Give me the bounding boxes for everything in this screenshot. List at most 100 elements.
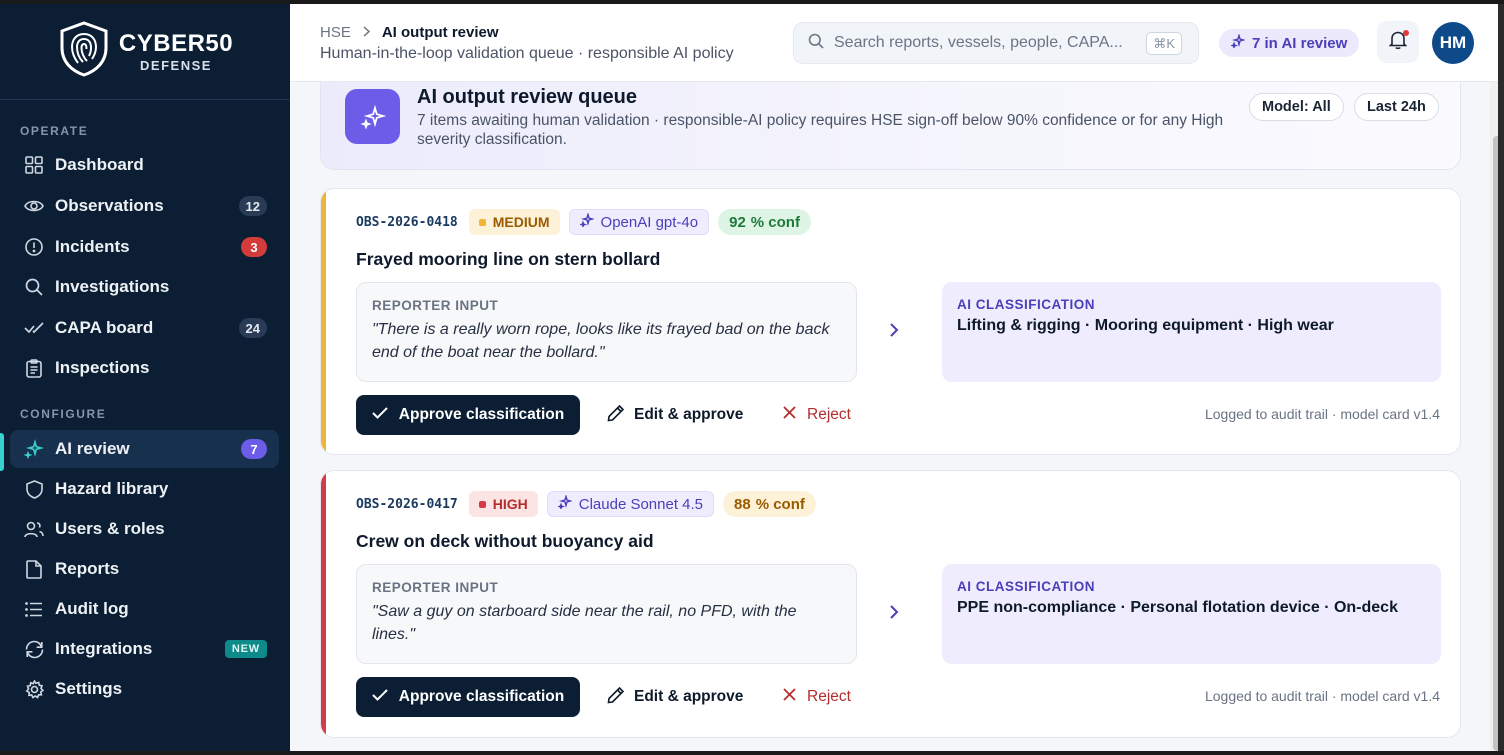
queue-description: 7 items awaiting human validation · resp… [417, 112, 1224, 148]
breadcrumb: HSE AI output review [320, 24, 499, 41]
sidebar-item-reports[interactable]: Reports [10, 550, 279, 588]
severity-badge: HIGH [468, 491, 538, 517]
card-title: Frayed mooring line on stern bollard [356, 249, 661, 269]
card-title: Crew on deck without buoyancy aid [356, 531, 654, 551]
search-input[interactable]: Search reports, vessels, people, CAPA...… [793, 22, 1199, 64]
clipboard-icon [24, 358, 44, 378]
severity-dot-icon [478, 218, 486, 226]
sidebar-item-label: Incidents [55, 237, 130, 256]
confidence-unit: % conf [755, 495, 805, 513]
ai-classification-box: AI CLASSIFICATION Lifting & rigging · Mo… [942, 282, 1441, 382]
model-name: OpenAI gpt-4o [600, 213, 699, 231]
model-badge: OpenAI gpt-4o [568, 209, 710, 235]
severity-badge: MEDIUM [468, 209, 560, 235]
sidebar-item-label: Observations [55, 196, 164, 215]
sidebar-item-label: Reports [55, 559, 120, 578]
sparkle-icon [556, 493, 573, 513]
severity-label: MEDIUM [492, 214, 550, 230]
severity-accent-bar [321, 471, 326, 737]
queue-title: AI output review queue [417, 86, 638, 108]
breadcrumb-current: AI output review [381, 24, 499, 41]
active-indicator [0, 433, 4, 471]
ai-review-pill-label: 7 in AI review [1252, 34, 1348, 52]
alert-circle-icon [24, 237, 44, 257]
severity-dot-icon [478, 500, 486, 508]
reject-label: Reject [807, 688, 851, 705]
shield-fingerprint-icon [57, 20, 111, 83]
sidebar-item-label: Integrations [55, 639, 153, 658]
model-filter-chip[interactable]: Model: All [1249, 93, 1344, 121]
sidebar-item-observations[interactable]: Observations 12 [10, 187, 279, 225]
chevron-right-icon [363, 24, 370, 41]
sidebar-item-audit-log[interactable]: Audit log [10, 590, 279, 628]
main-content: AI output review queue 7 items awaiting … [290, 4, 1504, 751]
search-icon [808, 33, 824, 54]
observation-id[interactable]: OBS-2026-0417 [356, 497, 458, 512]
section-label-configure: CONFIGURE [20, 407, 107, 421]
ai-classification-label: AI CLASSIFICATION [957, 297, 1095, 312]
review-card: OBS-2026-0417 HIGH Claude Sonnet 4.5 88 … [320, 470, 1461, 738]
section-label-operate: OPERATE [20, 124, 89, 138]
sidebar-item-incidents[interactable]: Incidents 3 [10, 228, 279, 266]
chevron-right-icon [889, 322, 899, 343]
close-icon [783, 406, 796, 424]
sparkle-icon [1229, 32, 1247, 52]
reporter-input-label: REPORTER INPUT [372, 580, 499, 595]
check-trend-icon [24, 318, 44, 338]
ai-classification-box: AI CLASSIFICATION PPE non-compliance · P… [942, 564, 1441, 664]
sidebar-item-dashboard[interactable]: Dashboard [10, 146, 279, 184]
sparkle-icon [578, 211, 595, 231]
sidebar-item-investigations[interactable]: Investigations [10, 268, 279, 306]
notifications-button[interactable] [1377, 21, 1419, 63]
reporter-input-text: "Saw a guy on starboard side near the ra… [372, 603, 797, 643]
gear-icon [24, 679, 44, 699]
confidence-value: 88 [734, 495, 751, 513]
sidebar-item-integrations[interactable]: Integrations NEW [10, 630, 279, 668]
confidence-value: 92 [729, 213, 746, 231]
sidebar: CYBER50 DEFENSE OPERATE Dashboard Observ… [0, 4, 290, 751]
brand-logo[interactable]: CYBER50 DEFENSE [0, 4, 290, 100]
confidence-badge: 88 % conf [723, 491, 816, 517]
ai-classification-text: Lifting & rigging · Mooring equipment · … [957, 317, 1334, 334]
sidebar-item-label: Investigations [55, 277, 170, 296]
reporter-input-text: "There is a really worn rope, looks like… [372, 321, 830, 361]
severity-label: HIGH [492, 496, 528, 512]
edit-approve-label: Edit & approve [634, 688, 744, 705]
grid-icon [24, 155, 44, 175]
queue-header-card: AI output review queue 7 items awaiting … [320, 74, 1461, 170]
confidence-unit: % conf [750, 213, 800, 231]
reject-button[interactable]: Reject [783, 677, 851, 717]
shortcut-hint: ⌘K [1146, 32, 1182, 55]
sidebar-item-capa-board[interactable]: CAPA board 24 [10, 309, 279, 347]
ai-classification-text: PPE non-compliance · Personal flotation … [957, 599, 1398, 616]
sidebar-item-users-roles[interactable]: Users & roles [10, 510, 279, 548]
breadcrumb-root[interactable]: HSE [320, 24, 351, 41]
avatar[interactable]: HM [1432, 22, 1474, 64]
sidebar-item-hazard-library[interactable]: Hazard library [10, 470, 279, 508]
users-icon [24, 519, 44, 539]
sidebar-item-label: Users & roles [55, 519, 165, 538]
severity-accent-bar [321, 189, 326, 454]
sidebar-item-label: Dashboard [55, 155, 144, 174]
time-filter-chip[interactable]: Last 24h [1354, 93, 1439, 121]
sidebar-item-inspections[interactable]: Inspections [10, 349, 279, 387]
reject-button[interactable]: Reject [783, 395, 851, 435]
sidebar-item-label: Hazard library [55, 479, 169, 498]
app-window: CYBER50 DEFENSE OPERATE Dashboard Observ… [0, 4, 1504, 751]
topbar: HSE AI output review Human-in-the-loop v… [290, 4, 1504, 82]
ai-review-pill[interactable]: 7 in AI review [1219, 29, 1360, 57]
edit-approve-button[interactable]: Edit & approve [607, 677, 743, 717]
check-icon [372, 688, 388, 706]
count-badge: 24 [238, 318, 267, 338]
sidebar-item-label: Settings [55, 679, 123, 698]
new-badge: NEW [224, 640, 267, 658]
edit-approve-label: Edit & approve [634, 406, 744, 423]
approve-button[interactable]: Approve classification [356, 677, 580, 717]
observation-id[interactable]: OBS-2026-0418 [356, 215, 458, 230]
sparkle-icon [24, 439, 44, 459]
sidebar-item-ai-review[interactable]: AI review 7 [10, 430, 279, 468]
approve-button[interactable]: Approve classification [356, 395, 580, 435]
brand-name: CYBER50 [118, 29, 234, 57]
edit-approve-button[interactable]: Edit & approve [607, 395, 743, 435]
sidebar-item-settings[interactable]: Settings [10, 670, 279, 708]
